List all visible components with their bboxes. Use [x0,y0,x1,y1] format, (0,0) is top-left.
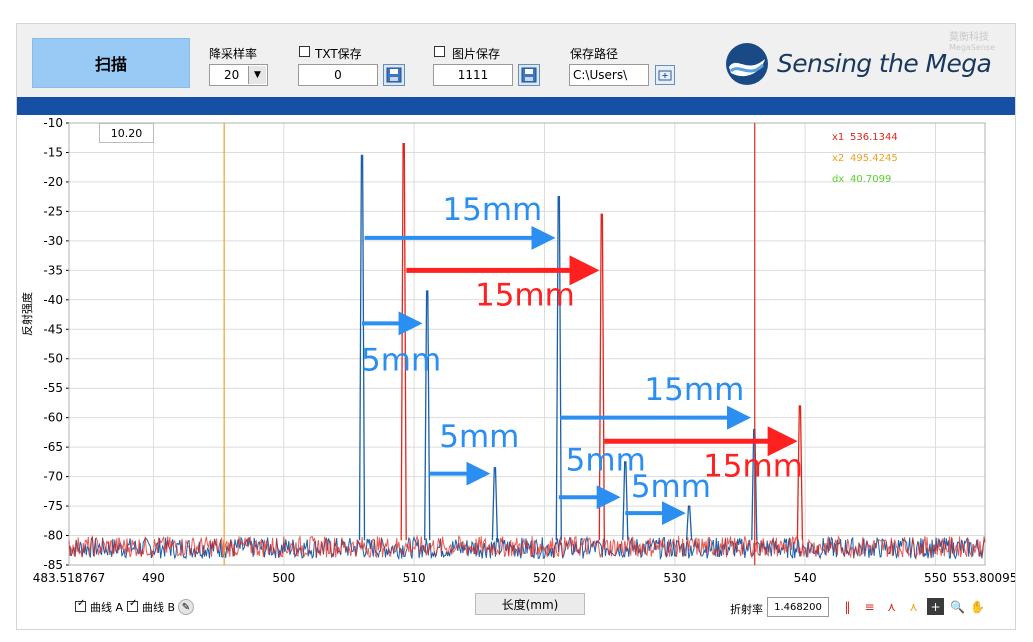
zoom-icon[interactable]: 🔍 [949,598,966,615]
x-tick-label: 553.80095 [953,571,1015,585]
y-tick-label: -75 [43,499,63,513]
annotation-label: 5mm [631,469,711,505]
x-tick-label: 483.518767 [33,571,106,585]
app-window: 扫描 降采样率 20 ▼ TXT保存 0 图片保存 1111 保存路径 C:\U… [16,23,1017,630]
y-tick-label: -15 [43,145,63,159]
curve-b-checkbox[interactable]: ✓ [127,598,138,612]
x-tick-label: 540 [794,571,817,585]
cursor-x1-value: 536.1344 [850,132,898,143]
image-save-label: 图片保存 [452,47,501,61]
y-tick-label: -85 [43,558,63,572]
floppy-save-icon[interactable] [383,64,405,86]
horizontal-cursor-icon[interactable]: ≡ [861,598,878,615]
annotation-label: 15mm [475,278,575,314]
floppy-save-icon[interactable] [518,64,540,86]
cursor-legend: x1 536.1344 x2 495.4245 dx 40.7099 [832,127,898,190]
y-tick-label: -70 [43,470,63,484]
y-tick-label: -25 [43,204,63,218]
x-tick-label: 530 [663,571,686,585]
peak-a [555,196,562,541]
y-tick-label: -60 [43,411,63,425]
downsample-label: 降采样率 [209,47,258,61]
vertical-cursor-icon[interactable]: ‖ [839,598,856,615]
annotation-label: 15mm [644,372,744,408]
peak-b [598,213,605,541]
y-tick-label: -50 [43,352,63,366]
txt-save-checkbox[interactable] [299,46,310,57]
cursor-x2-label: x2 [832,153,845,164]
txt-save-label: TXT保存 [315,47,362,61]
cursor-value-box[interactable]: 10.20 [99,123,154,143]
x-tick-label: 500 [272,571,295,585]
y-tick-label: -80 [43,529,63,543]
refractive-index-field[interactable]: 1.468200 [767,597,829,617]
header-bar [17,97,1015,115]
curve-a-checkbox[interactable]: ✓ [75,598,86,612]
peak-a [424,290,431,541]
folder-browse-icon[interactable] [655,65,675,85]
save-path-field[interactable]: C:\Users\ [569,64,649,86]
watermark: 莫衡科技 MegaSense [949,28,995,52]
y-tick-label: -30 [43,234,63,248]
brand-name: Sensing the Mega [777,49,992,78]
watermark-bottom: MegaSense [949,43,995,52]
cursor-x1-label: x1 [832,132,845,143]
y-tick-label: -65 [43,440,63,454]
chevron-down-icon[interactable]: ▼ [248,66,266,84]
annotation-label: 15mm [703,449,803,485]
x-axis-label-box: 长度(mm) [475,593,585,615]
chart-panel: -10 -15 -20 -25 -30 -35 -40 -45 -50 -55 -60 -65 -70 -… [17,115,1017,629]
y-tick-label: -20 [43,175,63,189]
curve-a-label: 曲线 A [90,601,124,614]
refractive-index-label: 折射率 [730,603,763,616]
watermark-top: 莫衡科技 [949,32,990,43]
x-tick-label: 550 [924,571,947,585]
toolbar: 扫描 降采样率 20 ▼ TXT保存 0 图片保存 1111 保存路径 C:\U… [17,24,1015,96]
image-save-checkbox[interactable] [434,46,445,57]
peak-a [491,467,499,541]
curve-b-label: 曲线 B [142,601,176,614]
save-path-label: 保存路径 [570,47,619,61]
annotation-label: 15mm [442,192,542,228]
y-tick-label: -45 [43,322,63,336]
brand-logo-icon [726,43,768,85]
peak-marker-alt-icon[interactable]: ⋏ [905,598,922,615]
txt-save-field[interactable]: 0 [298,64,378,86]
downsample-value: 20 [224,68,240,82]
image-save-field[interactable]: 1111 [433,64,513,86]
y-tick-label: -40 [43,293,63,307]
x-tick-label: 490 [142,571,165,585]
y-tick-label: -55 [43,381,63,395]
cursor-x2-value: 495.4245 [850,153,898,164]
reflection-chart[interactable]: -10 -15 -20 -25 -30 -35 -40 -45 -50 -55 -60 -65 -70 -… [17,115,1017,629]
x-tick-label: 520 [533,571,556,585]
pan-hand-icon[interactable]: ✋ [969,598,986,615]
crosshair-icon[interactable]: + [927,598,944,615]
y-tick-label: -10 [43,116,63,130]
scan-button[interactable]: 扫描 [32,38,190,88]
y-axis-label: 反射强度 [20,292,34,336]
pen-icon[interactable]: ✎ [178,599,194,615]
peak-marker-icon[interactable]: ⋏ [883,598,900,615]
annotation-label: 5mm [439,419,519,455]
annotation-label: 5mm [361,343,441,379]
cursor-dx-value: 40.7099 [850,174,892,185]
downsample-select[interactable]: 20 ▼ [209,64,268,86]
y-tick-label: -35 [43,263,63,277]
cursor-dx-label: dx [832,174,845,185]
x-tick-label: 510 [403,571,426,585]
